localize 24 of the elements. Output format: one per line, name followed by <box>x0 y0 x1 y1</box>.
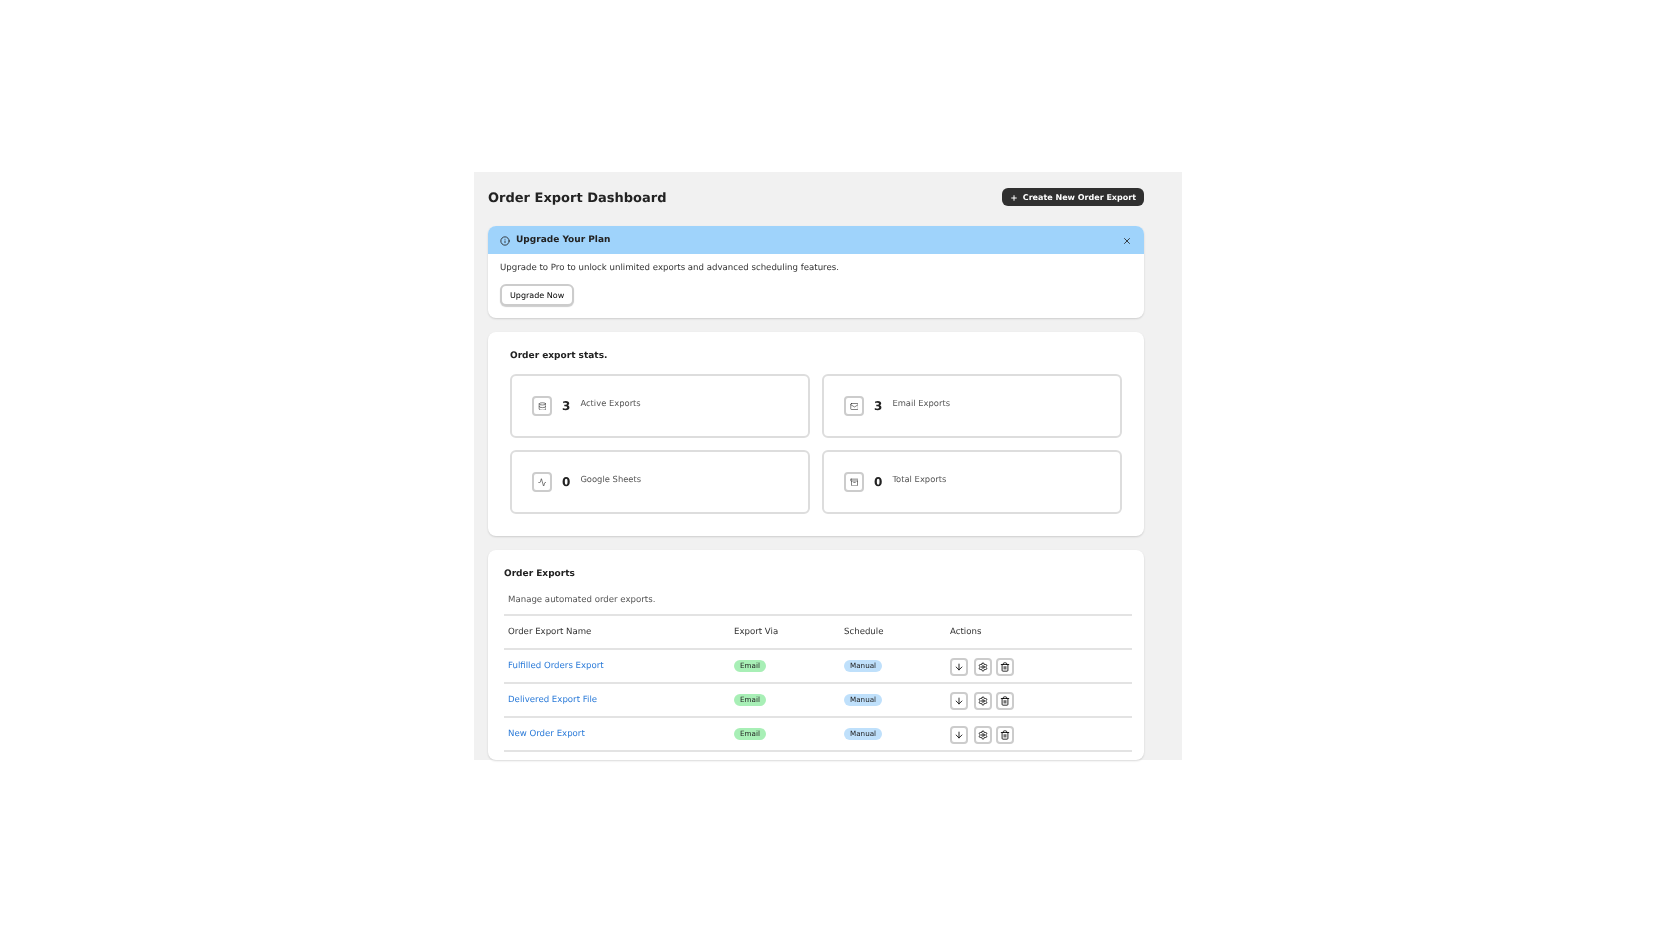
download-icon <box>954 729 964 739</box>
download-button[interactable] <box>950 691 968 709</box>
delete-button[interactable] <box>996 691 1014 709</box>
activity-icon <box>532 472 552 492</box>
info-icon <box>500 235 510 245</box>
download-button[interactable] <box>950 725 968 743</box>
trash-icon <box>1000 729 1010 739</box>
delete-button[interactable] <box>996 657 1014 675</box>
plus-icon <box>1010 193 1019 201</box>
gear-icon <box>977 661 987 671</box>
trash-icon <box>1000 661 1010 671</box>
download-button[interactable] <box>950 657 968 675</box>
delete-button[interactable] <box>996 725 1014 743</box>
gear-icon <box>977 729 987 739</box>
archive-icon <box>844 472 864 492</box>
database-icon <box>532 396 552 416</box>
download-icon <box>954 661 964 671</box>
gear-icon <box>977 695 987 705</box>
settings-button[interactable] <box>973 691 991 709</box>
mail-icon <box>844 396 864 416</box>
settings-button[interactable] <box>973 725 991 743</box>
download-icon <box>954 695 964 705</box>
trash-icon <box>1000 695 1010 705</box>
settings-button[interactable] <box>973 657 991 675</box>
